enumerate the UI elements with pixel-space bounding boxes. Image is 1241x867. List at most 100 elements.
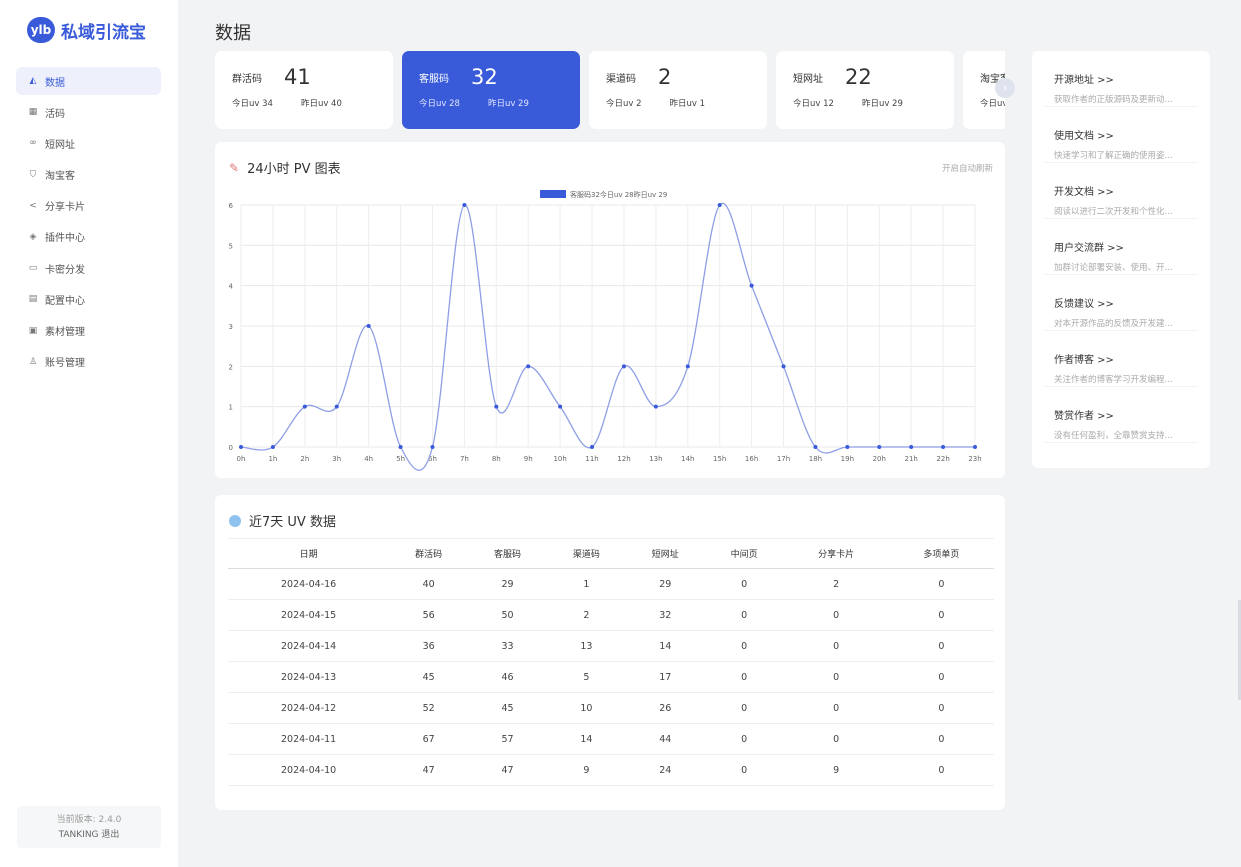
x-tick-label: 10h <box>553 455 566 463</box>
table-cell: 2024-04-13 <box>228 661 390 693</box>
data-point <box>781 364 786 369</box>
y-tick-label: 5 <box>229 242 233 250</box>
logout-link[interactable]: 退出 <box>101 830 119 840</box>
table-cell: 2024-04-11 <box>228 723 390 755</box>
card-uv: 今日uv 12 昨日uv 29 <box>793 97 954 109</box>
table-cell: 10 <box>546 692 626 724</box>
table-cell: 44 <box>625 723 705 755</box>
resource-link[interactable]: 赞赏作者 >> 没有任何盈利，全靠赞赏支持... <box>1044 387 1198 443</box>
column-header: 客服码 <box>468 538 547 569</box>
sidebar: ylb 私域引流宝 ◭ 数据 ▦ 活码 ∞ 短网址 ⛉ 淘宝客 < 分享卡片 ◈ 插件中心 ▭ 卡密分发 ▤… <box>0 0 178 867</box>
sidebar-item-0[interactable]: ◭ 数据 <box>16 67 161 95</box>
data-point <box>398 445 403 449</box>
legend-swatch <box>540 190 566 198</box>
table-cell: 0 <box>888 630 994 662</box>
sidebar-item-2[interactable]: ∞ 短网址 <box>16 129 161 157</box>
pv-line-chart: 01234560h 1h 2h 3h 4h 5h 6h 7h 8h 9h 10h 11h 12h 13h 1… <box>229 190 982 471</box>
sidebar-item-7[interactable]: ▤ 配置中心 <box>16 285 161 313</box>
resource-link[interactable]: 开发文档 >> 阅读以进行二次开发和个性化... <box>1044 163 1198 219</box>
link-title[interactable]: 赞赏作者 >> <box>1054 407 1188 422</box>
table-row: 2024-04-14 36 33 13 14 0 0 0 <box>228 630 994 662</box>
chevron-right-icon[interactable]: › <box>995 78 1015 98</box>
resource-link[interactable]: 用户交流群 >> 加群讨论部署安装、使用、开... <box>1044 219 1198 275</box>
x-tick-label: 13h <box>649 455 662 463</box>
data-point <box>366 324 371 328</box>
sidebar-item-1[interactable]: ▦ 活码 <box>16 98 161 126</box>
sidebar-item-3[interactable]: ⛉ 淘宝客 <box>16 161 161 189</box>
x-tick-label: 20h <box>873 455 886 463</box>
stat-card[interactable]: 渠道码 2 今日uv 2 昨日uv 1 <box>589 51 767 129</box>
resource-link[interactable]: 开源地址 >> 获取作者的正版源码及更新动... <box>1044 51 1198 107</box>
sidebar-item-5[interactable]: ◈ 插件中心 <box>16 223 161 251</box>
data-point <box>845 445 850 449</box>
sidebar-item-4[interactable]: < 分享卡片 <box>16 192 161 220</box>
data-point <box>909 445 914 449</box>
sidebar-item-8[interactable]: ▣ 素材管理 <box>16 317 161 345</box>
sidebar-item-6[interactable]: ▭ 卡密分发 <box>16 254 161 282</box>
x-tick-label: 23h <box>968 455 981 463</box>
data-point <box>685 364 690 369</box>
today-uv: 今日uv <box>980 99 1005 109</box>
y-tick-label: 2 <box>229 363 233 371</box>
stat-card[interactable]: 客服码 32 今日uv 28 昨日uv 29 <box>402 51 580 129</box>
column-header: 分享卡片 <box>783 538 889 569</box>
table-cell: 14 <box>625 630 705 662</box>
link-title[interactable]: 用户交流群 >> <box>1054 239 1188 254</box>
table-cell: 24 <box>625 754 705 786</box>
card-value: 32 <box>471 65 498 89</box>
share-icon: < <box>29 200 37 211</box>
table-cell: 14 <box>546 723 626 755</box>
stat-card[interactable]: 短网址 22 今日uv 12 昨日uv 29 <box>776 51 954 129</box>
chart-icon: ◭ <box>29 76 37 86</box>
logo[interactable]: ylb 私域引流宝 <box>27 17 146 43</box>
link-title[interactable]: 开发文档 >> <box>1054 183 1188 198</box>
link-desc: 获取作者的正版源码及更新动... <box>1054 95 1173 105</box>
table-cell: 45 <box>468 692 547 724</box>
legend-label: 客服码32今日uv 28昨日uv 29 <box>570 190 667 199</box>
data-point <box>430 445 435 449</box>
table-cell: 45 <box>389 661 469 693</box>
data-point <box>590 445 595 449</box>
table-cell: 0 <box>783 723 889 755</box>
x-tick-label: 4h <box>364 455 373 463</box>
stat-card[interactable]: 群活码 41 今日uv 34 昨日uv 40 <box>215 51 393 129</box>
card-header: 短网址 22 <box>793 65 954 89</box>
sidebar-item-label: 素材管理 <box>45 327 85 338</box>
table-row: 2024-04-11 67 57 14 44 0 0 0 <box>228 723 994 755</box>
sidebar-item-label: 账号管理 <box>45 358 85 370</box>
today-uv: 今日uv 12 <box>793 99 834 109</box>
x-tick-label: 11h <box>585 455 598 463</box>
user-icon: ♙ <box>28 356 38 367</box>
table-row: 2024-04-15 56 50 2 32 0 0 0 <box>228 599 994 631</box>
x-tick-label: 1h <box>268 455 277 463</box>
table-cell: 47 <box>389 754 469 786</box>
link-title[interactable]: 作者博客 >> <box>1054 351 1188 366</box>
resource-link[interactable]: 反馈建议 >> 对本开源作品的反馈及开发建... <box>1044 275 1198 331</box>
column-header: 日期 <box>228 538 390 569</box>
table-row: 2024-04-13 45 46 5 17 0 0 0 <box>228 661 994 693</box>
resource-link[interactable]: 作者博客 >> 关注作者的博客学习开发编程... <box>1044 331 1198 387</box>
x-tick-label: 3h <box>332 455 341 463</box>
x-tick-label: 8h <box>492 455 501 463</box>
resource-link[interactable]: 使用文档 >> 快速学习和了解正确的使用姿... <box>1044 107 1198 163</box>
column-header: 中间页 <box>704 538 784 569</box>
x-tick-label: 14h <box>681 455 694 463</box>
sidebar-item-label: 活码 <box>45 108 65 120</box>
table-cell: 0 <box>888 723 994 755</box>
card-value: 41 <box>284 65 311 89</box>
table-cell: 52 <box>389 692 469 724</box>
y-tick-label: 4 <box>229 283 234 291</box>
table-cell: 29 <box>468 568 547 600</box>
table-cell: 2 <box>783 568 889 600</box>
link-title[interactable]: 使用文档 >> <box>1054 127 1188 142</box>
sidebar-item-label: 分享卡片 <box>45 202 85 214</box>
link-title[interactable]: 反馈建议 >> <box>1054 295 1188 310</box>
column-header: 群活码 <box>389 538 469 569</box>
table-cell: 50 <box>468 599 547 631</box>
table-cell: 0 <box>888 661 994 693</box>
x-tick-label: 7h <box>460 455 469 463</box>
table-cell: 0 <box>783 692 889 724</box>
plugin-icon: ◈ <box>29 231 37 242</box>
sidebar-item-9[interactable]: ♙ 账号管理 <box>16 348 161 376</box>
link-title[interactable]: 开源地址 >> <box>1054 71 1188 86</box>
